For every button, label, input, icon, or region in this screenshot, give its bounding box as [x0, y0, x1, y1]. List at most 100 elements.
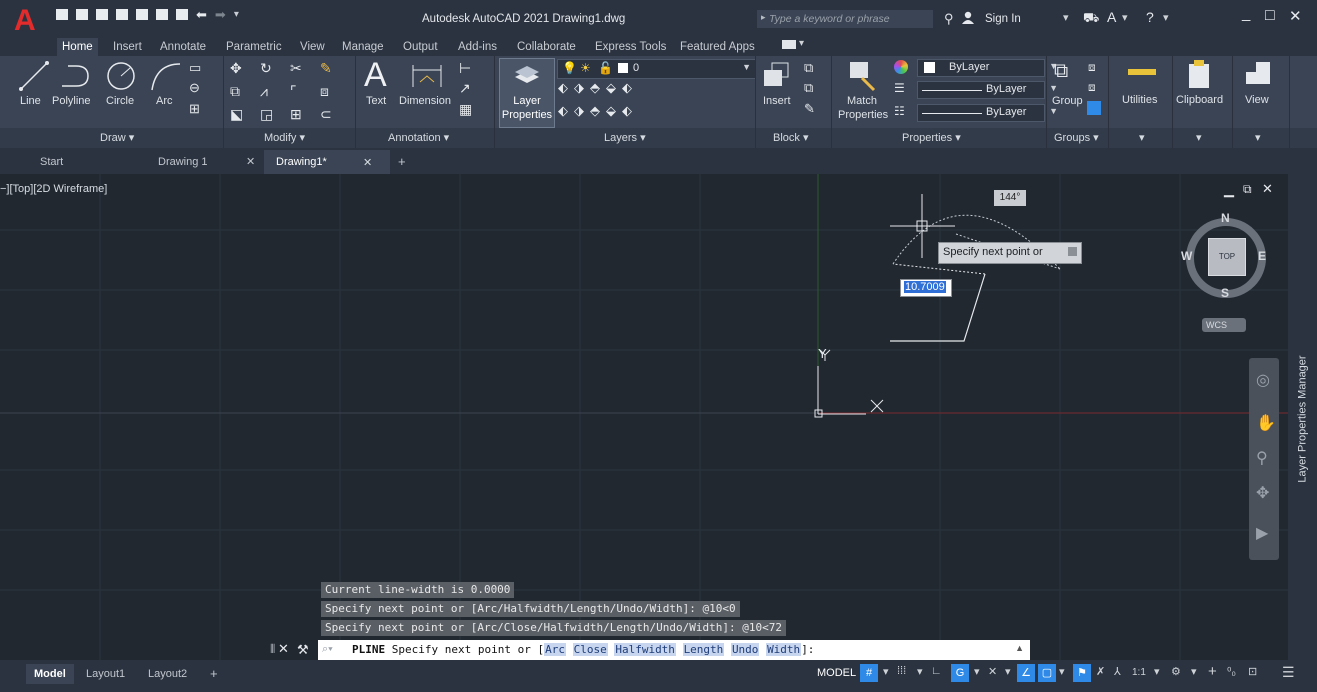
array-icon[interactable]: ⊞ [290, 106, 320, 123]
polyline-icon[interactable] [58, 62, 92, 90]
tab-insert[interactable]: Insert [108, 38, 147, 56]
compass-east[interactable]: E [1258, 249, 1266, 263]
tab-manage[interactable]: Manage [337, 38, 389, 56]
tab-parametric[interactable]: Parametric [221, 38, 287, 56]
rotate-icon[interactable]: ↻ [260, 60, 290, 77]
option-undo[interactable]: Undo [730, 643, 760, 656]
layer-properties-button[interactable]: Layer Properties [499, 58, 555, 128]
object-snap-icon[interactable]: ▢ [1038, 664, 1056, 682]
layer-tools-row-2[interactable]: ⬖⬗⬘⬙⬖ [558, 103, 638, 119]
undo-icon[interactable]: ⬅ [196, 8, 207, 21]
a360-dropdown-icon[interactable]: ▾ [1122, 11, 1128, 24]
maximize-button[interactable]: □ [1265, 7, 1275, 25]
measure-icon[interactable] [1128, 69, 1156, 75]
annotation-monitor-icon[interactable]: + [1208, 663, 1217, 680]
arc-button[interactable]: Arc [156, 95, 173, 107]
group-selection-icon[interactable] [1087, 101, 1101, 115]
draw-panel-label[interactable]: Draw ▾ [100, 131, 134, 144]
mirror-icon[interactable]: ⩘ [260, 83, 290, 100]
group-edit-icon[interactable]: ⧈ [1088, 80, 1096, 95]
leader-icon[interactable]: ↗ [459, 80, 471, 97]
tab-layout2[interactable]: Layout2 [148, 664, 187, 684]
scale-icon[interactable]: ◲ [260, 106, 290, 123]
showmotion-icon[interactable]: ▶ [1256, 523, 1268, 543]
tab-drawing-1[interactable]: Drawing 1 [158, 150, 208, 174]
drawing-area[interactable] [0, 174, 1288, 660]
osnap-dropdown-icon[interactable]: ▾ [1059, 665, 1065, 678]
ungroup-icon[interactable]: ⧈ [1088, 60, 1096, 75]
a360-icon[interactable]: A [1107, 9, 1116, 25]
options-arrow-icon[interactable] [1068, 247, 1077, 256]
dimension-icon[interactable] [410, 62, 444, 90]
command-line-input[interactable]: ⌕▾ PLINE Specify next point or [Arc Clos… [318, 640, 1030, 660]
polar-dropdown-icon[interactable]: ▾ [974, 665, 980, 678]
viewport-label[interactable]: −][Top][2D Wireframe] [0, 183, 107, 195]
lineweight-dropdown[interactable]: ByLayer ▼ [917, 81, 1058, 99]
command-history-toggle-icon[interactable]: ▲ [1015, 643, 1024, 653]
rectangle-icon[interactable]: ▭ [189, 60, 201, 76]
web-open-icon[interactable] [136, 9, 148, 20]
snap-icon[interactable]: ⁞⁞⁞ [897, 665, 906, 677]
explode-icon[interactable]: ⧈ [320, 83, 350, 100]
view-button[interactable]: View [1245, 94, 1269, 106]
line-button[interactable]: Line [20, 95, 41, 107]
layer-tools-row-1[interactable]: ⬖⬗⬘⬙⬖ [558, 80, 638, 96]
new-icon[interactable] [56, 9, 68, 20]
trim-icon[interactable]: ✂ [290, 60, 320, 77]
circle-button[interactable]: Circle [106, 95, 134, 107]
grid-icon[interactable]: # [860, 664, 878, 682]
tab-home[interactable]: Home [57, 38, 98, 56]
hatch-icon[interactable]: ⊞ [189, 101, 200, 117]
block-panel-label[interactable]: Block ▾ [773, 131, 808, 144]
modify-panel-label[interactable]: Modify ▾ [264, 131, 305, 144]
tab-close-icon[interactable]: ✕ [246, 150, 255, 174]
recent-commands-icon[interactable]: ⌕▾ [322, 643, 333, 656]
units-icon[interactable]: ⁰₀ [1227, 665, 1236, 678]
web-save-icon[interactable] [156, 9, 168, 20]
group-button[interactable]: Group [1052, 95, 1083, 107]
orbit-icon[interactable]: ✥ [1256, 483, 1269, 503]
snap-dropdown-icon[interactable]: ▾ [917, 665, 923, 678]
offset-icon[interactable]: ⊂ [320, 106, 350, 123]
tab-output[interactable]: Output [398, 38, 443, 56]
model-space-toggle[interactable]: MODEL [817, 667, 856, 679]
open-icon[interactable] [76, 9, 88, 20]
pan-icon[interactable]: ✋ [1256, 413, 1276, 433]
ribbon-minimize-dropdown-icon[interactable]: ▾ [799, 38, 804, 49]
color-dropdown[interactable]: ByLayer ▼ [917, 59, 1058, 77]
ortho-icon[interactable]: ∟ [931, 665, 942, 677]
utilities-panel-label[interactable]: ▾ [1139, 131, 1145, 144]
ellipse-icon[interactable]: ⊖ [189, 80, 200, 96]
command-grip-icon[interactable]: ⦀ [270, 642, 275, 657]
circle-icon[interactable] [105, 60, 137, 92]
tab-collaborate[interactable]: Collaborate [512, 38, 581, 56]
add-layout-button[interactable]: + [210, 664, 218, 684]
text-button[interactable]: Text [366, 95, 386, 107]
linear-dimension-icon[interactable]: ⊢ [459, 60, 471, 77]
search-box[interactable]: ▸ Type a keyword or phrase [757, 10, 933, 28]
option-length[interactable]: Length [682, 643, 725, 656]
insert-block-icon[interactable] [762, 60, 792, 90]
tab-annotate[interactable]: Annotate [155, 38, 211, 56]
tab-layout1[interactable]: Layout1 [86, 664, 125, 684]
view-panel-label[interactable]: ▾ [1255, 131, 1261, 144]
edit-attributes-icon[interactable]: ✎ [804, 101, 815, 117]
option-width[interactable]: Width [766, 643, 802, 656]
match-properties-label-1[interactable]: Match [847, 95, 877, 107]
customize-qat-icon[interactable]: ▾ [234, 9, 239, 20]
workspace-gear-icon[interactable]: ⚙ [1171, 665, 1181, 678]
annotation-visibility-icon[interactable]: ⚑ [1073, 664, 1091, 682]
annotation-panel-label[interactable]: Annotation ▾ [388, 131, 449, 144]
dimension-button[interactable]: Dimension [399, 95, 451, 107]
option-halfwidth[interactable]: Halfwidth [614, 643, 676, 656]
compass-north[interactable]: N [1221, 211, 1230, 225]
group-icon[interactable]: ⧉ [1054, 60, 1068, 83]
erase-icon[interactable]: ✎ [320, 60, 350, 77]
text-icon[interactable]: A [364, 56, 387, 95]
tab-drawing1-active[interactable]: Drawing1* ✕ [264, 150, 390, 174]
compass-south[interactable]: S [1221, 286, 1229, 300]
groups-panel-label[interactable]: Groups ▾ [1054, 131, 1099, 144]
insert-button[interactable]: Insert [763, 95, 791, 107]
plot-icon[interactable] [176, 9, 188, 20]
help-icon[interactable]: ? [1146, 9, 1154, 25]
